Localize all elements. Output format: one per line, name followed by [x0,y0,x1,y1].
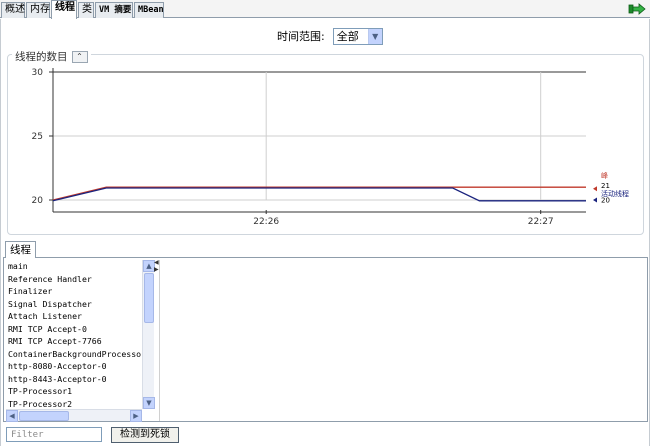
thread-list-vscrollbar[interactable]: ▲ ▼ [142,260,155,409]
y-tick-label: 30 [32,68,44,78]
scrollbar-thumb[interactable] [144,273,154,323]
thread-detail-pane [159,260,645,421]
x-tick-label: 22:26 [253,217,279,227]
time-range-value: 全部 [336,29,359,43]
thread-list-item[interactable]: Finalizer [6,285,142,298]
tab-mbean[interactable]: MBean [134,2,164,18]
tab-memory[interactable]: 内存 [26,2,50,18]
tab-thread-list[interactable]: 线程 [5,241,36,258]
thread-list-item[interactable]: Attach Listener [6,310,142,323]
legend-live-value: 20 [601,197,610,205]
thread-list-item[interactable]: RMI TCP Accept-0 [6,323,142,336]
thread-details-box: main Reference Handler Finalizer Signal Dis… [3,257,648,422]
thread-list-item[interactable]: http-8443-Acceptor-0 [6,373,142,386]
legend-live-marker [593,197,597,203]
thread-count-chart: 30252022:26 22:27峰21活动线程20 [32,68,629,227]
tab-vm-summary[interactable]: VM 摘要 [95,2,133,18]
x-tick-label: 22:27 [528,217,554,227]
scroll-left-icon[interactable]: ◀ [6,410,18,422]
scroll-right-icon[interactable]: ▶ [130,410,142,422]
tab-threads[interactable]: 线程 [51,0,77,19]
tab-classes[interactable]: 类 [78,2,94,18]
thread-count-panel: 线程的数目 ⌃ 30 25 20 22:26 22:27 峰 21 活动线程 20 [7,49,644,235]
thread-list-item[interactable]: main [6,260,142,273]
hscrollbar-thumb[interactable] [19,411,69,421]
threads-panel: 时间范围: 全部 ▼ 线程的数目 ⌃ 30 25 20 22:26 22:27 峰 21 活动… [0,19,650,446]
filter-input[interactable] [6,427,102,442]
thread-list-item[interactable]: TP-Processor2 [6,398,142,410]
time-range-label: 时间范围: [277,30,325,43]
thread-list-item[interactable]: ContainerBackgroundProcessor[S [6,348,142,361]
detect-deadlock-button[interactable]: 检测到死锁 [111,427,179,443]
thread-list-item[interactable]: Reference Handler [6,273,142,286]
y-tick-label: 25 [32,132,43,142]
legend-peak-value: 21 [601,182,610,190]
time-range-row: 时间范围: 全部 ▼ [277,27,383,45]
y-tick-label: 20 [32,196,44,206]
thread-list[interactable]: main Reference Handler Finalizer Signal Dis… [6,260,142,409]
tab-overview[interactable]: 概述 [1,2,25,18]
legend-peak-marker [593,186,597,192]
thread-list-item[interactable]: RMI TCP Accept-7766 [6,335,142,348]
green-arrow-icon[interactable] [628,3,646,15]
thread-list-hscrollbar[interactable]: ◀ ▶ [6,409,142,422]
tab-strip: 概述 内存 线程 类 VM 摘要 MBean [0,0,650,19]
legend-peak-label: 峰 [601,171,608,180]
time-range-select[interactable]: 全部 ▼ [332,27,383,45]
thread-list-item[interactable]: TP-Processor1 [6,385,142,398]
thread-list-item[interactable]: Signal Dispatcher [6,298,142,311]
thread-list-item[interactable]: http-8080-Acceptor-0 [6,360,142,373]
chevron-down-icon[interactable]: ▼ [367,28,382,44]
